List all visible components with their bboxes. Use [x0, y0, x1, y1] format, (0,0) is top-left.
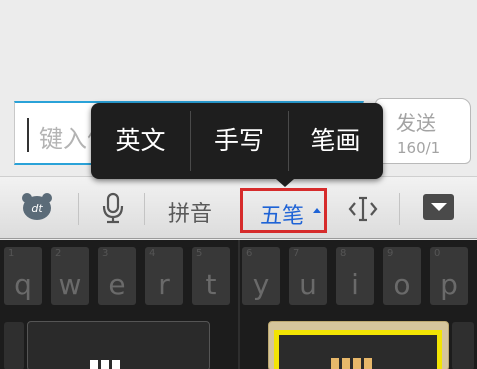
pinyin-mode-button[interactable]: 拼音 — [168, 196, 212, 228]
key-y[interactable]: 6 y — [242, 247, 280, 305]
key-q[interactable]: 1 q — [4, 247, 42, 305]
key-number: 0 — [434, 248, 441, 259]
key-letter: u — [299, 268, 317, 301]
toolbar-divider — [144, 193, 145, 225]
layout-preview-icon — [331, 358, 372, 369]
key-number: 1 — [8, 248, 15, 259]
cursor-move-icon[interactable] — [347, 195, 379, 227]
popup-item-handwriting[interactable]: 手写 — [190, 103, 288, 179]
key-number: 2 — [55, 248, 62, 259]
key-r[interactable]: 4 r — [145, 247, 183, 305]
selected-layout-highlight — [274, 330, 442, 369]
emoji-bear-icon[interactable]: dt — [21, 191, 53, 227]
popup-item-stroke[interactable]: 笔画 — [288, 103, 383, 179]
key-letter: r — [158, 268, 170, 301]
key-letter: q — [14, 268, 32, 301]
send-button-label: 发送 — [396, 111, 436, 135]
send-button[interactable]: 发送 160/1 — [375, 98, 471, 164]
keyboard-layout-option-right[interactable] — [268, 321, 449, 369]
keyboard: 1 q 2 w 3 e 4 r 5 t 6 y 7 u 8 i 9 o 0 p — [0, 240, 477, 369]
key-e[interactable]: 3 e — [98, 247, 136, 305]
key-partial[interactable] — [452, 322, 474, 369]
key-number: 5 — [196, 248, 203, 259]
wubi-mode-button[interactable]: 五笔 — [240, 188, 327, 233]
key-number: 6 — [246, 248, 253, 259]
toolbar-divider — [399, 193, 400, 225]
key-w[interactable]: 2 w — [51, 247, 89, 305]
caret-up-icon — [313, 208, 321, 213]
key-letter: t — [205, 268, 217, 301]
char-counter: 160/1 — [397, 139, 441, 157]
key-number: 3 — [102, 248, 109, 259]
key-u[interactable]: 7 u — [289, 247, 327, 305]
toolbar-divider — [78, 193, 79, 225]
text-caret — [27, 118, 29, 152]
key-letter: i — [351, 268, 359, 301]
key-i[interactable]: 8 i — [336, 247, 374, 305]
key-number: 4 — [149, 248, 156, 259]
key-letter: e — [108, 268, 126, 301]
keyboard-split-divider — [238, 240, 240, 369]
key-o[interactable]: 9 o — [383, 247, 421, 305]
layout-preview-icon — [90, 360, 120, 369]
key-letter: y — [252, 268, 270, 301]
key-number: 7 — [293, 248, 300, 259]
key-p[interactable]: 0 p — [430, 247, 468, 305]
key-number: 9 — [387, 248, 394, 259]
keyboard-layout-option-left[interactable] — [27, 321, 210, 369]
keyboard-hide-icon[interactable] — [423, 194, 454, 220]
key-letter: p — [440, 268, 458, 301]
ime-toolbar: dt 拼音 五笔 — [0, 176, 477, 239]
key-number: 8 — [340, 248, 347, 259]
wubi-mode-label: 五笔 — [260, 204, 305, 229]
key-t[interactable]: 5 t — [192, 247, 230, 305]
key-partial[interactable] — [4, 322, 24, 369]
svg-text:dt: dt — [31, 202, 43, 215]
input-mode-popup: 英文 手写 笔画 — [91, 103, 383, 179]
microphone-icon[interactable] — [101, 192, 125, 228]
popup-pointer — [276, 179, 294, 187]
popup-item-english[interactable]: 英文 — [91, 103, 190, 179]
key-letter: o — [393, 268, 411, 301]
key-letter: w — [58, 268, 82, 301]
